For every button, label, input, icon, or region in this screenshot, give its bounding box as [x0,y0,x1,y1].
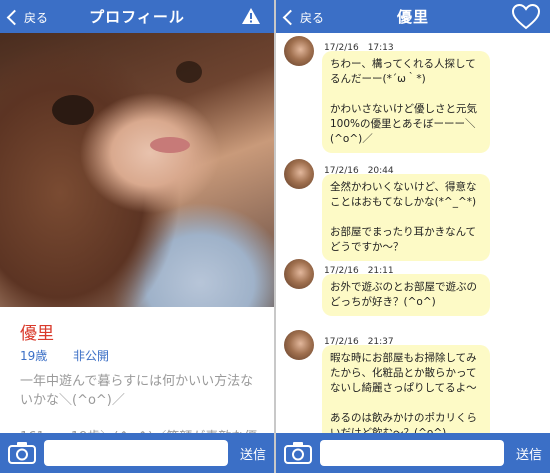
chat-partner-name: 優里 [396,8,429,26]
camera-icon[interactable] [8,441,36,465]
profile-photo [0,33,274,307]
profile-bio: 一年中遊んで暮らすには何かいい方法ないかな＼(^o^)／ [20,374,254,408]
photo-eye-right [176,61,202,83]
avatar[interactable] [284,36,314,66]
warning-icon[interactable] [242,8,260,24]
camera-icon[interactable] [284,441,312,465]
photo-lips [150,137,190,153]
avatar[interactable] [284,159,314,189]
message-bubble: 暇な時にお部屋もお掃除してみたから、化粧品とか散らかってないし綺麗さっぱりしてる… [322,345,490,447]
message-bubble: お外で遊ぶのとお部屋で遊ぶのどっちが好き？(^o^) [322,274,490,316]
heart-icon[interactable] [512,4,540,30]
avatar[interactable] [284,259,314,289]
profile-name: 優里 [20,324,54,344]
page-title: プロフィール [89,8,185,26]
photo-eye-left [52,95,94,125]
avatar[interactable] [284,330,314,360]
chat-screen: 戻る 優里 17/2/16 17:13 ちわー、構ってくれる人探してるんだーー(… [276,0,550,473]
profile-screen: 戻る プロフィール 優里 19歳 非公開 一年中遊んで暮らすには何かいい方法ない… [0,0,274,473]
message-input[interactable] [44,440,228,466]
message-bubble: 全然かわいくないけど、得意なことはおもてなしかな(*^_^*) お部屋でまったり… [322,174,490,261]
message-footer: 送信 [0,433,274,473]
send-button[interactable]: 送信 [240,444,266,463]
message-footer: 送信 [276,433,550,473]
message-input[interactable] [320,440,504,466]
profile-header: 戻る プロフィール [0,0,274,33]
chat-header: 戻る 優里 [276,0,550,33]
message-bubble: ちわー、構ってくれる人探してるんだーー(*´ω｀*) かわいさないけど優しさと元… [322,51,490,153]
profile-age: 19歳 [20,349,48,363]
profile-status: 非公開 [73,349,110,363]
send-button[interactable]: 送信 [516,444,542,463]
